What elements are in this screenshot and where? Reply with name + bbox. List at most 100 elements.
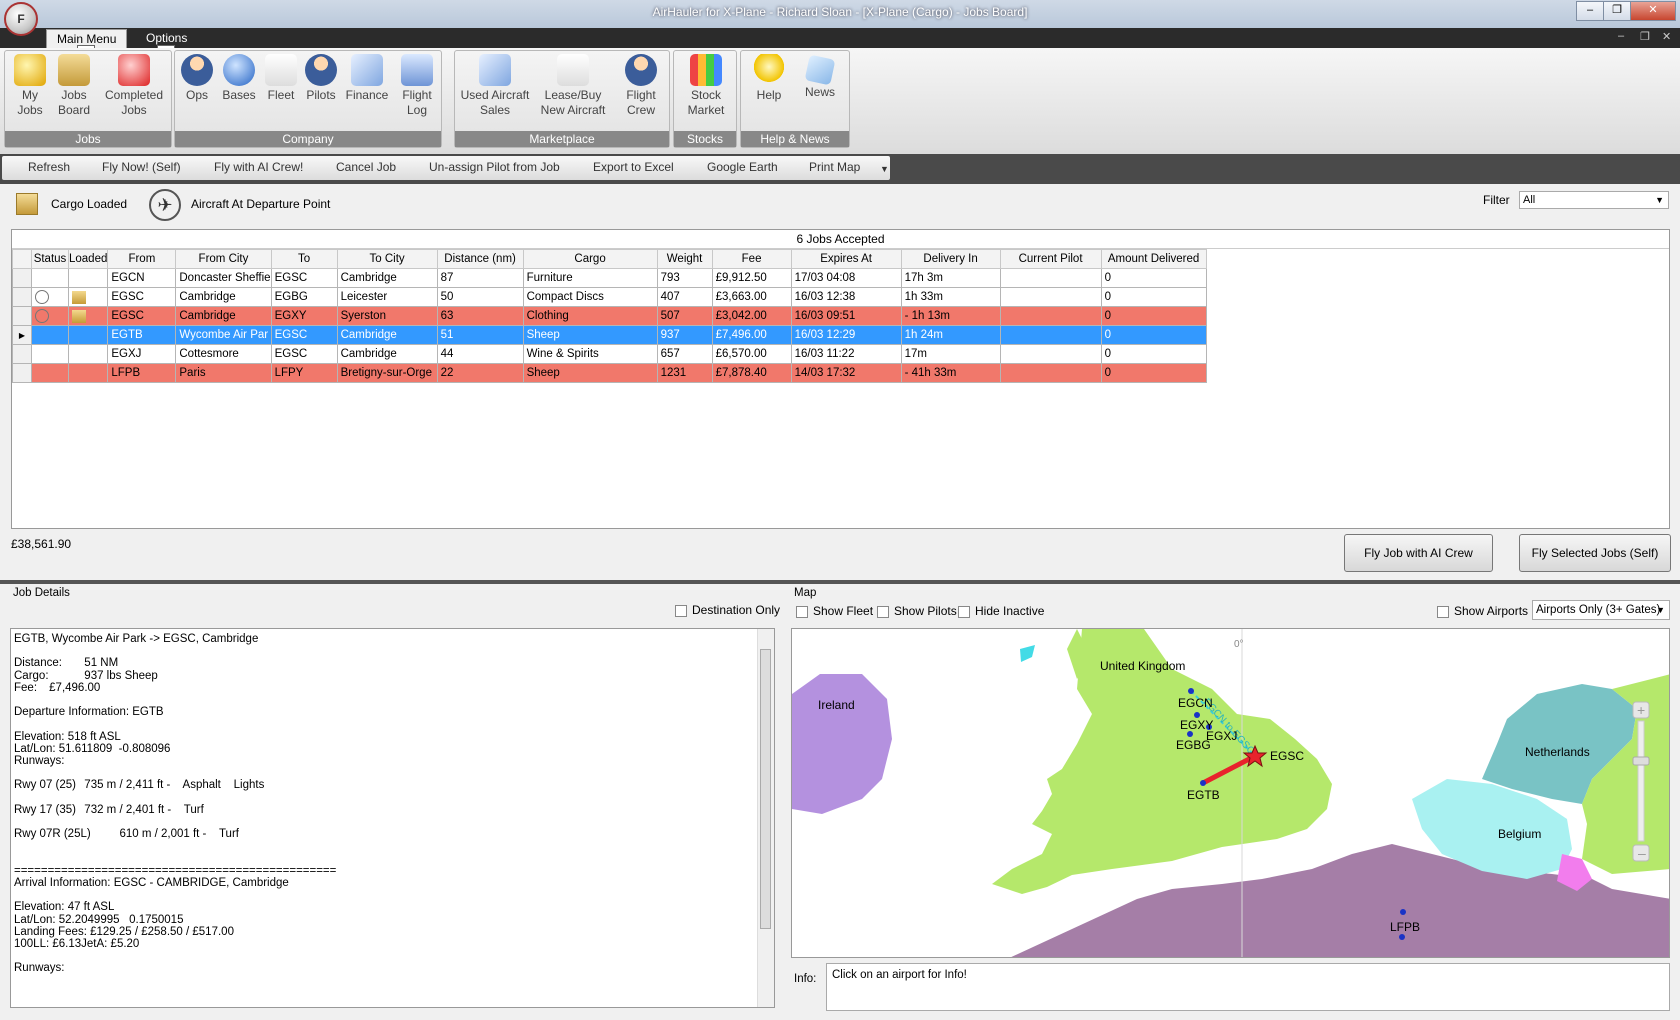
- airport-filter-select[interactable]: Airports Only (3+ Gates) ▼: [1532, 600, 1670, 620]
- hide-inactive-checkbox[interactable]: Hide Inactive: [958, 604, 1044, 618]
- cell-pilot: [999, 325, 1102, 345]
- close-button[interactable]: ✕: [1630, 1, 1676, 21]
- cell-loaded: [67, 268, 109, 288]
- col-cargo[interactable]: Cargo: [522, 249, 658, 269]
- airport-dot-lfpy[interactable]: [1399, 934, 1405, 940]
- map-title: Map: [794, 587, 817, 599]
- row-header[interactable]: [12, 344, 32, 364]
- fly-selected-self-button[interactable]: Fly Selected Jobs (Self): [1519, 534, 1671, 572]
- details-scrollbar[interactable]: [757, 629, 774, 1007]
- fly-now-self-button[interactable]: Fly Now! (Self): [102, 160, 181, 174]
- panel-splitter[interactable]: [0, 580, 1680, 584]
- row-header[interactable]: ▶: [12, 325, 32, 345]
- my-jobs-button[interactable]: My Jobs: [9, 54, 51, 118]
- row-header-corner: [12, 249, 32, 269]
- col-to-city[interactable]: To City: [336, 249, 438, 269]
- col-expires[interactable]: Expires At: [790, 249, 902, 269]
- jobs-board-button[interactable]: Jobs Board: [53, 54, 95, 118]
- row-header[interactable]: [12, 268, 32, 288]
- airport-dot-egcn[interactable]: [1188, 688, 1194, 694]
- row-header[interactable]: [12, 306, 32, 326]
- fleet-button[interactable]: Fleet: [263, 54, 299, 103]
- cell-cargo: Furniture: [522, 268, 658, 288]
- lightbulb-icon: [753, 54, 785, 86]
- details-line: EGTB, Wycombe Air Park -> EGSC, Cambridg…: [14, 633, 259, 645]
- chevron-down-icon: ▼: [1655, 195, 1664, 205]
- map-view[interactable]: 0° EGCN to EGSC United Kingdom Ireland N…: [791, 628, 1670, 958]
- aircraft-at-departure-icon: [35, 290, 49, 304]
- col-delivered[interactable]: Amount Delivered: [1100, 249, 1207, 269]
- used-aircraft-button[interactable]: Used Aircraft Sales: [459, 54, 531, 118]
- col-weight[interactable]: Weight: [656, 249, 713, 269]
- flight-crew-label-1: Flight: [626, 88, 656, 102]
- finance-button[interactable]: Finance: [343, 54, 391, 103]
- pilots-button[interactable]: Pilots: [303, 54, 339, 103]
- cell-loaded: [67, 325, 109, 345]
- col-status[interactable]: Status: [31, 249, 69, 269]
- details-line: ========================================…: [14, 864, 337, 877]
- table-row[interactable]: ▶ EGTB Wycombe Air Par EGSC Cambridge 51 Sheep…: [12, 325, 1211, 345]
- table-row[interactable]: EGSC Cambridge EGBG Leicester 50 Compact Disc…: [12, 287, 1211, 307]
- destination-only-checkbox[interactable]: Destination Only: [675, 603, 780, 617]
- google-earth-button[interactable]: Google Earth: [707, 160, 778, 174]
- show-fleet-label: Show Fleet: [813, 604, 874, 618]
- fly-with-ai-crew-button[interactable]: Fly with AI Crew!: [214, 160, 303, 174]
- mdi-close-icon[interactable]: ✕: [1662, 30, 1671, 43]
- toolbar-overflow-icon[interactable]: ▼: [880, 164, 889, 174]
- table-row[interactable]: EGXJ Cottesmore EGSC Cambridge 44 Wine & Spir…: [12, 344, 1211, 364]
- completed-jobs-button[interactable]: Completed Jobs: [99, 54, 169, 118]
- lease-buy-button[interactable]: Lease/Buy New Aircraft: [535, 54, 611, 118]
- ops-button[interactable]: Ops: [179, 54, 215, 103]
- cargo-box-icon: [16, 193, 38, 215]
- table-row[interactable]: LFPB Paris LFPY Bretigny-sur-Orge 22 Sheep 123…: [12, 363, 1211, 383]
- show-airports-checkbox[interactable]: Show Airports: [1437, 604, 1528, 618]
- col-distance[interactable]: Distance (nm): [436, 249, 524, 269]
- row-header[interactable]: [12, 287, 32, 307]
- flight-crew-button[interactable]: Flight Crew: [617, 54, 665, 118]
- show-pilots-checkbox[interactable]: Show Pilots: [877, 604, 957, 618]
- minimize-button[interactable]: –: [1576, 1, 1604, 21]
- checkmark-icon: [118, 54, 150, 86]
- col-pilot[interactable]: Current Pilot: [999, 249, 1102, 269]
- col-from-city[interactable]: From City: [175, 249, 272, 269]
- cell-fee: £7,496.00: [711, 325, 792, 345]
- export-excel-button[interactable]: Export to Excel: [593, 160, 674, 174]
- refresh-button[interactable]: Refresh: [28, 160, 70, 174]
- airport-dot-egtb[interactable]: [1200, 780, 1206, 786]
- fleet-label: Fleet: [267, 88, 295, 102]
- cancel-job-button[interactable]: Cancel Job: [336, 160, 396, 174]
- show-fleet-checkbox[interactable]: Show Fleet: [796, 604, 873, 618]
- flight-log-button[interactable]: Flight Log: [395, 54, 439, 118]
- help-button[interactable]: Help: [747, 54, 791, 103]
- row-header[interactable]: [12, 363, 32, 383]
- cell-delivery: - 1h 13m: [900, 306, 1001, 326]
- zoom-slider-thumb[interactable]: [1632, 756, 1650, 766]
- col-loaded[interactable]: Loaded: [67, 249, 109, 269]
- legend-cargo-loaded: Cargo Loaded: [51, 197, 128, 211]
- col-from[interactable]: From: [107, 249, 177, 269]
- airport-dot-lfpb[interactable]: [1400, 909, 1406, 915]
- mdi-minimize-icon[interactable]: –: [1618, 30, 1624, 42]
- col-to[interactable]: To: [270, 249, 338, 269]
- zoom-slider-track[interactable]: [1637, 720, 1645, 842]
- job-details-text[interactable]: EGTB, Wycombe Air Park -> EGSC, Cambridg…: [10, 628, 775, 1008]
- print-map-button[interactable]: Print Map: [809, 160, 860, 174]
- scroll-thumb[interactable]: [760, 649, 771, 929]
- fly-ai-crew-button[interactable]: Fly Job with AI Crew: [1344, 534, 1493, 572]
- unassign-pilot-button[interactable]: Un-assign Pilot from Job: [429, 160, 560, 174]
- stock-market-button[interactable]: Stock Market: [680, 54, 732, 118]
- mdi-restore-icon[interactable]: ❐: [1640, 30, 1650, 43]
- col-fee[interactable]: Fee: [711, 249, 792, 269]
- completed-jobs-label-2: Jobs: [121, 103, 147, 117]
- plus-icon: +: [1637, 702, 1645, 718]
- news-button[interactable]: News: [797, 54, 843, 100]
- table-row[interactable]: EGSC Cambridge EGXY Syerston 63 Clothing 507 £3…: [12, 306, 1211, 326]
- table-row[interactable]: EGCN Doncaster Sheffie EGSC Cambridge 87 Furn…: [12, 268, 1211, 288]
- filter-select[interactable]: All ▼: [1519, 191, 1669, 209]
- app-menu-icon[interactable]: F: [4, 2, 38, 36]
- col-delivery[interactable]: Delivery In: [900, 249, 1001, 269]
- restore-button[interactable]: ❐: [1603, 1, 1631, 21]
- cell-expires: 14/03 17:32: [790, 363, 902, 383]
- bases-button[interactable]: Bases: [219, 54, 259, 103]
- checkbox-icon: [958, 605, 970, 618]
